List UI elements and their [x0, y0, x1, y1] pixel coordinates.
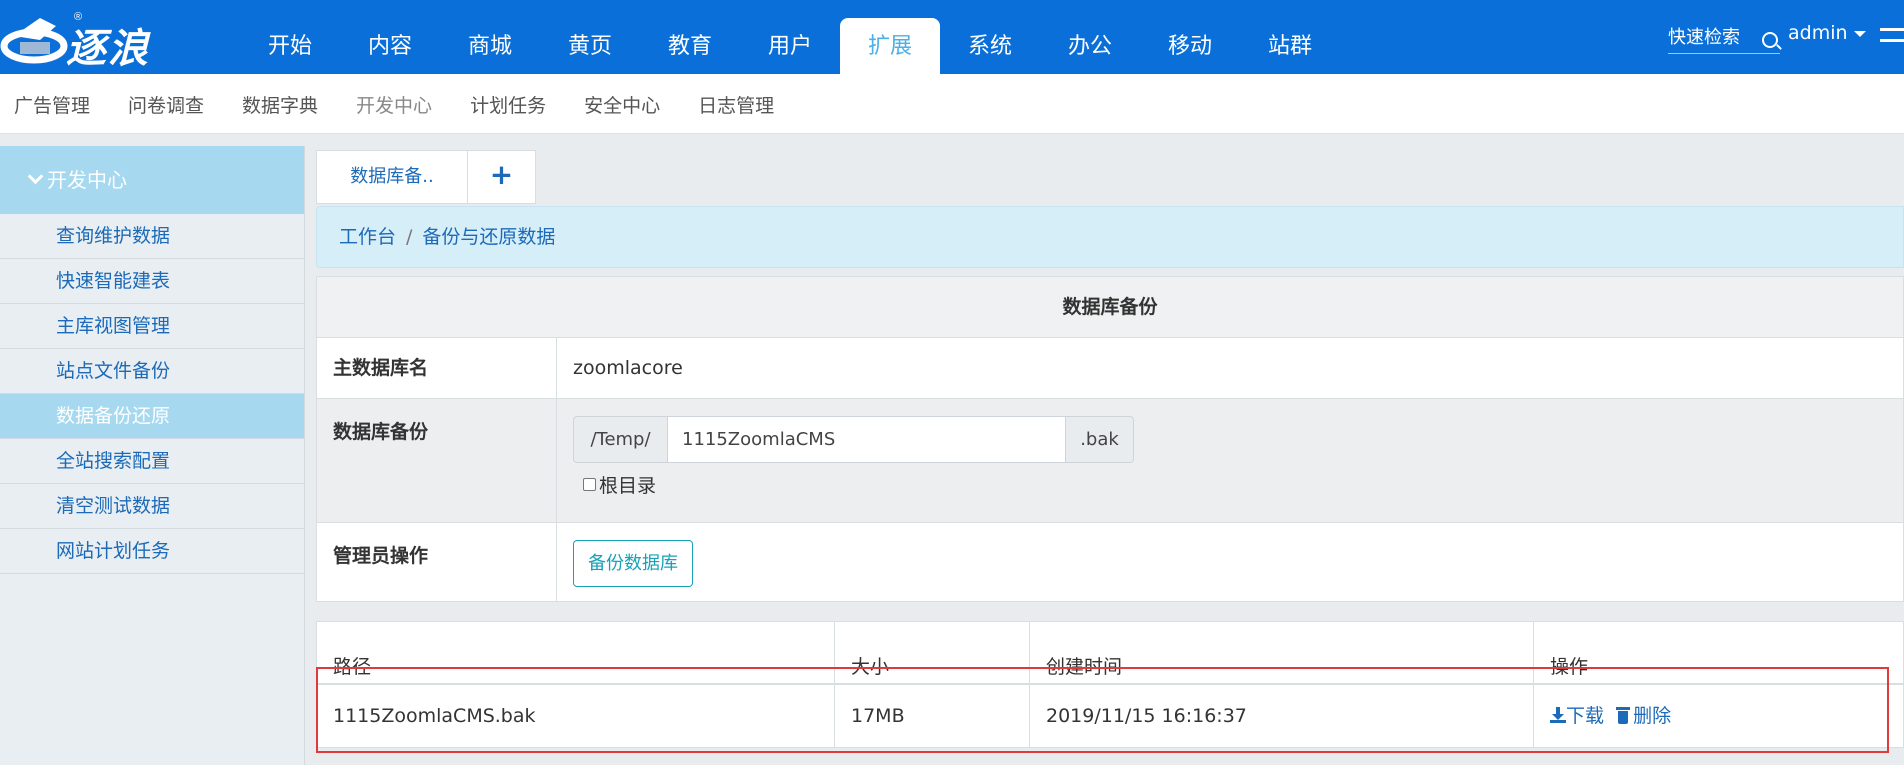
chevron-down-icon	[27, 168, 44, 185]
sidebar-item-quick-table[interactable]: 快速智能建表	[0, 259, 304, 304]
path-prefix: /Temp/	[573, 416, 667, 463]
file-extension: .bak	[1066, 416, 1134, 463]
sidebar-item-search-config[interactable]: 全站搜索配置	[0, 439, 304, 484]
trash-icon	[1616, 707, 1631, 724]
breadcrumb-separator: /	[406, 226, 413, 248]
column-header-actions: 操作	[1550, 656, 1589, 678]
main-db-value: zoomlacore	[573, 357, 683, 379]
nav-item-content[interactable]: 内容	[340, 0, 440, 74]
backup-filename-input[interactable]: 1115ZoomlaCMS	[667, 416, 1066, 463]
nav-item-extend[interactable]: 扩展	[840, 18, 940, 74]
nav-item-start[interactable]: 开始	[240, 0, 340, 74]
sidebar-item-view-manage[interactable]: 主库视图管理	[0, 304, 304, 349]
download-link[interactable]: 下载	[1550, 705, 1604, 727]
subnav-survey[interactable]: 问卷调查	[109, 74, 223, 134]
user-name: admin	[1788, 22, 1848, 44]
backup-row: 数据库备份 /Temp/ 1115ZoomlaCMS .bak 根目录	[317, 399, 1903, 523]
root-dir-label[interactable]: 根目录	[599, 471, 656, 498]
admin-action-cell: 备份数据库	[557, 523, 1903, 601]
breadcrumb: 工作台 / 备份与还原数据	[316, 206, 1904, 268]
quick-search[interactable]: 快速检索	[1668, 24, 1780, 54]
add-tab-button[interactable]: +	[468, 150, 536, 204]
main-nav: 开始 内容 商城 黄页 教育 用户 扩展 系统 办公 移动 站群	[240, 0, 1340, 74]
search-icon	[1762, 32, 1778, 48]
caret-down-icon	[1853, 30, 1866, 37]
nav-item-system[interactable]: 系统	[940, 0, 1040, 74]
root-dir-option: 根目录	[573, 471, 1887, 498]
download-label: 下载	[1566, 705, 1605, 727]
subnav-security[interactable]: 安全中心	[565, 74, 679, 134]
root-dir-checkbox[interactable]	[583, 478, 596, 491]
logo-text: 逐浪	[66, 25, 150, 72]
sidebar-title: 开发中心	[47, 168, 127, 192]
main-db-row: 主数据库名 zoomlacore	[317, 338, 1903, 399]
file-created-cell: 2019/11/15 16:16:37	[1030, 685, 1534, 747]
tab-db-backup[interactable]: 数据库备..	[316, 150, 468, 204]
file-actions-cell: 下载 删除	[1534, 685, 1903, 747]
sidebar-item-query-data[interactable]: 查询维护数据	[0, 214, 304, 259]
subnav-dictionary[interactable]: 数据字典	[223, 74, 337, 134]
subnav-dev-center[interactable]: 开发中心	[337, 74, 451, 134]
backup-database-button[interactable]: 备份数据库	[573, 540, 693, 587]
column-header-created: 创建时间	[1030, 622, 1534, 683]
backup-files-table: 路径 大小 创建时间 操作 1115ZoomlaCMS.bak 17MB 201…	[316, 621, 1904, 748]
column-header-size: 大小	[835, 622, 1030, 683]
panel-title: 数据库备份	[317, 277, 1903, 338]
file-path-cell: 1115ZoomlaCMS.bak	[317, 685, 835, 747]
admin-row: 管理员操作 备份数据库	[317, 523, 1903, 601]
backup-label: 数据库备份	[317, 399, 557, 522]
logo[interactable]: ® 逐浪	[0, 6, 180, 72]
top-bar: ® 逐浪 开始 内容 商城 黄页 教育 用户 扩展 系统 办公 移动 站群 快速…	[0, 0, 1904, 74]
download-icon	[1550, 707, 1566, 723]
nav-item-shop[interactable]: 商城	[440, 0, 540, 74]
admin-action-label: 管理员操作	[317, 523, 557, 601]
subnav-scheduled-tasks[interactable]: 计划任务	[451, 74, 565, 134]
nav-item-sitegroup[interactable]: 站群	[1240, 0, 1340, 74]
backup-panel: 数据库备份 主数据库名 zoomlacore 数据库备份 /Temp/ 1115…	[316, 276, 1904, 602]
breadcrumb-root[interactable]: 工作台	[339, 226, 396, 248]
sidebar: 开发中心 查询维护数据 快速智能建表 主库视图管理 站点文件备份 数据备份还原 …	[0, 146, 305, 765]
subnav-logs[interactable]: 日志管理	[679, 74, 793, 134]
quick-search-label: 快速检索	[1668, 27, 1740, 48]
nav-item-users[interactable]: 用户	[740, 0, 840, 74]
delete-link[interactable]: 删除	[1616, 705, 1671, 727]
breadcrumb-current[interactable]: 备份与还原数据	[422, 226, 555, 248]
menu-toggle-icon[interactable]	[1880, 28, 1904, 46]
subnav-ads[interactable]: 广告管理	[0, 74, 109, 134]
column-header-path: 路径	[317, 622, 835, 683]
sidebar-item-data-backup[interactable]: 数据备份还原	[0, 394, 304, 439]
file-size-cell: 17MB	[835, 685, 1030, 747]
table-row: 1115ZoomlaCMS.bak 17MB 2019/11/15 16:16:…	[317, 685, 1903, 747]
main-db-label: 主数据库名	[317, 338, 557, 398]
sub-nav: 广告管理 问卷调查 数据字典 开发中心 计划任务 安全中心 日志管理	[0, 74, 1904, 134]
delete-label: 删除	[1633, 705, 1672, 727]
nav-item-yellowpages[interactable]: 黄页	[540, 0, 640, 74]
page-tabs: 数据库备.. +	[316, 150, 536, 204]
user-menu[interactable]: admin	[1788, 22, 1866, 44]
sidebar-item-clear-test[interactable]: 清空测试数据	[0, 484, 304, 529]
sidebar-item-site-tasks[interactable]: 网站计划任务	[0, 529, 304, 574]
nav-item-education[interactable]: 教育	[640, 0, 740, 74]
table-header-row: 路径 大小 创建时间 操作	[317, 622, 1903, 685]
nav-item-mobile[interactable]: 移动	[1140, 0, 1240, 74]
backup-field-group: /Temp/ 1115ZoomlaCMS .bak 根目录	[557, 399, 1903, 522]
nav-item-office[interactable]: 办公	[1040, 0, 1140, 74]
sidebar-header[interactable]: 开发中心	[0, 146, 304, 214]
sidebar-item-file-backup[interactable]: 站点文件备份	[0, 349, 304, 394]
backup-path-group: /Temp/ 1115ZoomlaCMS .bak	[573, 416, 1134, 463]
